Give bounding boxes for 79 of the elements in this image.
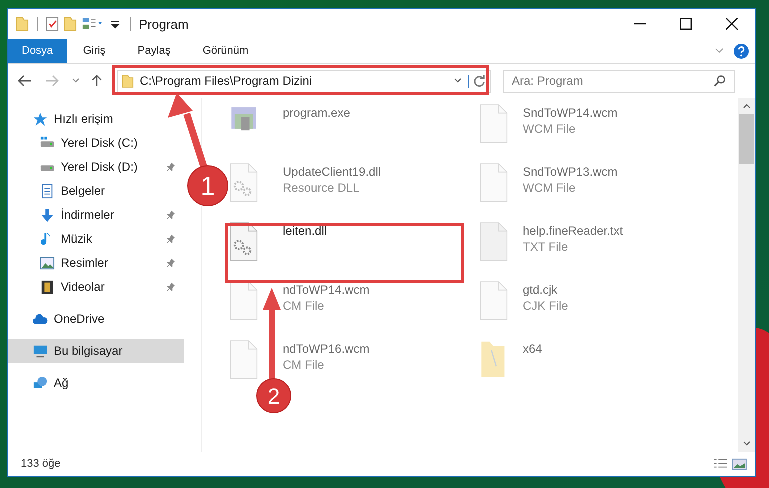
file-type: TXT File xyxy=(523,240,570,254)
step-badge: 1 xyxy=(188,166,228,206)
gear-file-icon xyxy=(230,163,258,203)
sidebar-item[interactable]: OneDrive xyxy=(8,307,184,331)
checklist-icon[interactable] xyxy=(46,16,59,32)
maximize-icon[interactable] xyxy=(680,18,692,30)
pin-icon[interactable] xyxy=(166,162,176,172)
pin-icon[interactable] xyxy=(166,234,176,244)
star-icon xyxy=(33,112,48,126)
monitor-icon xyxy=(33,344,48,358)
file-icon xyxy=(480,104,508,144)
sidebar-item[interactable]: Videolar xyxy=(8,275,184,299)
sidebar-item[interactable]: Bu bilgisayar xyxy=(8,339,184,363)
file-icon xyxy=(230,340,258,380)
back-arrow-icon[interactable] xyxy=(18,75,32,87)
ribbon-tab[interactable]: Dosya xyxy=(8,39,68,63)
item-count: 133 öğe xyxy=(21,458,61,470)
gear-file-icon xyxy=(230,222,258,262)
sidebar-item[interactable]: Belgeler xyxy=(8,179,184,203)
file-name[interactable]: ndToWP14.wcm xyxy=(283,283,370,297)
file-name[interactable]: SndToWP14.wcm xyxy=(523,106,618,120)
address-path: C:\Program Files\Program Dizini xyxy=(140,74,314,88)
sidebar-item[interactable]: Yerel Disk (D:) xyxy=(8,155,184,179)
sidebar-item[interactable]: Hızlı erişim xyxy=(8,107,184,131)
file-type: Resource DLL xyxy=(283,181,361,195)
file-type: CJK File xyxy=(523,299,568,313)
scroll-down-icon[interactable] xyxy=(742,441,750,447)
scroll-up-icon[interactable] xyxy=(742,103,750,109)
file-name[interactable]: program.exe xyxy=(283,106,350,120)
dropdown-icon[interactable] xyxy=(454,78,462,84)
file-type: CM File xyxy=(283,358,326,372)
help-icon[interactable] xyxy=(734,44,749,58)
address-bar[interactable]: C:\Program Files\Program Dizini xyxy=(117,70,491,92)
file-name[interactable]: leiten.dll xyxy=(283,224,328,238)
sidebar-item[interactable]: Yerel Disk (C:) xyxy=(8,131,184,155)
file-name[interactable]: UpdateClient19.dll xyxy=(283,165,382,179)
network-icon xyxy=(33,376,48,390)
file-name[interactable]: help.fineReader.txt xyxy=(523,224,624,238)
folder-icon xyxy=(122,74,134,88)
document-icon xyxy=(40,184,55,198)
down-arrow-icon xyxy=(40,208,55,222)
file-icon xyxy=(230,281,258,321)
ribbon-tab[interactable]: Paylaş xyxy=(122,39,187,63)
file-icon xyxy=(480,222,508,262)
close-icon[interactable] xyxy=(726,18,738,30)
sidebar-item[interactable]: Ağ xyxy=(8,371,184,395)
film-icon xyxy=(40,280,55,294)
sidebar-item[interactable]: Resimler xyxy=(8,251,184,275)
picture-view-icon[interactable] xyxy=(732,458,747,470)
drive-icon xyxy=(40,136,55,150)
ribbon-tab[interactable]: Giriş xyxy=(67,39,122,63)
expand-ribbon-icon[interactable] xyxy=(715,48,724,54)
pin-icon[interactable] xyxy=(166,282,176,292)
file-name[interactable]: gtd.cjk xyxy=(523,283,568,297)
ribbon-tab[interactable]: Görünüm xyxy=(186,39,265,63)
scroll-thumb[interactable] xyxy=(739,114,754,164)
pin-icon[interactable] xyxy=(166,210,176,220)
file-icon xyxy=(480,163,508,203)
search-field[interactable]: Ara: Program xyxy=(503,70,735,92)
cloud-icon xyxy=(33,312,48,326)
step-badge: 2 xyxy=(256,378,292,414)
properties-icon[interactable] xyxy=(82,16,104,32)
search-icon xyxy=(714,74,726,86)
file-name[interactable]: SndToWP13.wcm xyxy=(523,165,618,179)
recent-dropdown-icon[interactable] xyxy=(72,78,80,84)
file-type: WCM File xyxy=(523,181,577,195)
details-view-icon[interactable] xyxy=(713,458,728,470)
window-title: Program xyxy=(139,16,189,32)
file-name[interactable]: ndToWP16.wcm xyxy=(283,342,370,356)
sidebar-item[interactable]: İndirmeler xyxy=(8,203,184,227)
picture-icon xyxy=(40,256,55,270)
vertical-scrollbar[interactable] xyxy=(738,98,755,452)
file-icon xyxy=(480,281,508,321)
up-arrow-icon[interactable] xyxy=(90,75,104,87)
file-name[interactable]: x64 xyxy=(523,342,542,356)
sidebar-item[interactable]: Müzik xyxy=(8,227,184,251)
file-type: CM File xyxy=(283,299,326,313)
pin-icon[interactable] xyxy=(166,258,176,268)
file-type: WCM File xyxy=(523,122,577,136)
